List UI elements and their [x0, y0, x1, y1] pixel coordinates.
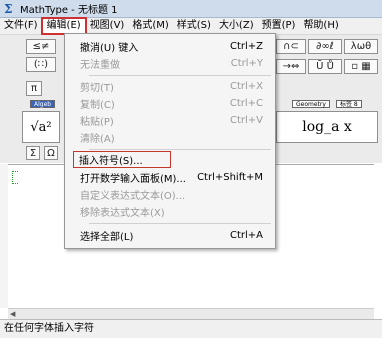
menu-item-select-all[interactable]: 选择全部(L) Ctrl+A — [67, 227, 273, 244]
menu-item-math-input-panel[interactable]: 打开数学输入面板(M)... Ctrl+Shift+M — [67, 169, 273, 186]
menu-item-copy[interactable]: 复制(C) Ctrl+C — [67, 95, 273, 112]
title-bar: Σ MathType - 无标题 1 — [0, 0, 382, 18]
tab-label-8[interactable]: 标签 8 — [336, 100, 362, 108]
menu-separator — [89, 223, 271, 224]
menu-format[interactable]: 格式(M) — [128, 18, 172, 34]
menu-item-redo[interactable]: 无法重做 Ctrl+Y — [67, 55, 273, 72]
menu-item-clear[interactable]: 清除(A) — [67, 129, 273, 146]
menu-item-remove-expression-text[interactable]: 移除表达式文本(X) — [67, 203, 273, 220]
omega-button[interactable]: Ω — [44, 146, 58, 160]
relations-palette-button[interactable]: ≤≠ — [26, 39, 56, 54]
menu-item-cut[interactable]: 剪切(T) Ctrl+X — [67, 78, 273, 95]
greek-palette-button[interactable]: π — [26, 81, 42, 96]
scroll-left-arrow-icon[interactable]: ◀ — [10, 310, 15, 318]
menu-edit[interactable]: 编辑(E) — [40, 17, 87, 35]
fences-palette-button[interactable]: (∷) — [26, 57, 56, 72]
horizontal-scrollbar[interactable]: ◀ — [8, 308, 374, 319]
menu-separator — [89, 149, 271, 150]
menu-item-insert-symbol[interactable]: 插入符号(S)... — [73, 151, 171, 168]
tab-geometry[interactable]: Geometry — [292, 100, 330, 108]
menu-separator — [89, 75, 271, 76]
menu-item-paste[interactable]: 粘贴(P) Ctrl+V — [67, 112, 273, 129]
arrows-palette-button[interactable]: →⇔ — [276, 59, 306, 74]
window-title: MathType - 无标题 1 — [20, 5, 118, 16]
greek-lower-palette-button[interactable]: λωθ — [344, 39, 378, 54]
insertion-caret — [12, 171, 18, 184]
menu-item-undo[interactable]: 撤消(U) 键入 Ctrl+Z — [67, 38, 273, 55]
menu-file[interactable]: 文件(F) — [0, 18, 42, 34]
menu-size[interactable]: 大小(Z) — [215, 18, 258, 34]
mathtype-logo-icon: Σ — [4, 1, 13, 16]
sum-button[interactable]: Σ — [26, 146, 40, 160]
sqrt-template-button[interactable]: √a² — [22, 111, 60, 143]
edit-menu-dropdown: 撤消(U) 键入 Ctrl+Z 无法重做 Ctrl+Y 剪切(T) Ctrl+X… — [64, 33, 276, 249]
matrix-palette-button[interactable]: ▫ ▦ — [344, 59, 378, 74]
menu-help[interactable]: 帮助(H) — [299, 18, 342, 34]
log-template-button[interactable]: log_a x — [276, 111, 378, 143]
tab-algebra[interactable]: Algeb — [30, 100, 56, 108]
menu-preferences[interactable]: 预置(P) — [258, 18, 300, 34]
menu-view[interactable]: 视图(V) — [86, 18, 129, 34]
embellishments-palette-button[interactable]: Ũ Ů — [308, 59, 342, 74]
calculus-symbols-palette-button[interactable]: ∂∞ℓ — [308, 39, 342, 54]
menu-item-custom-expression-text[interactable]: 自定义表达式文本(O)... — [67, 186, 273, 203]
menu-style[interactable]: 样式(S) — [173, 18, 215, 34]
sets-palette-button[interactable]: ∩⊂ — [276, 39, 306, 54]
status-bar: 在任何字体插入字符 — [0, 319, 382, 338]
